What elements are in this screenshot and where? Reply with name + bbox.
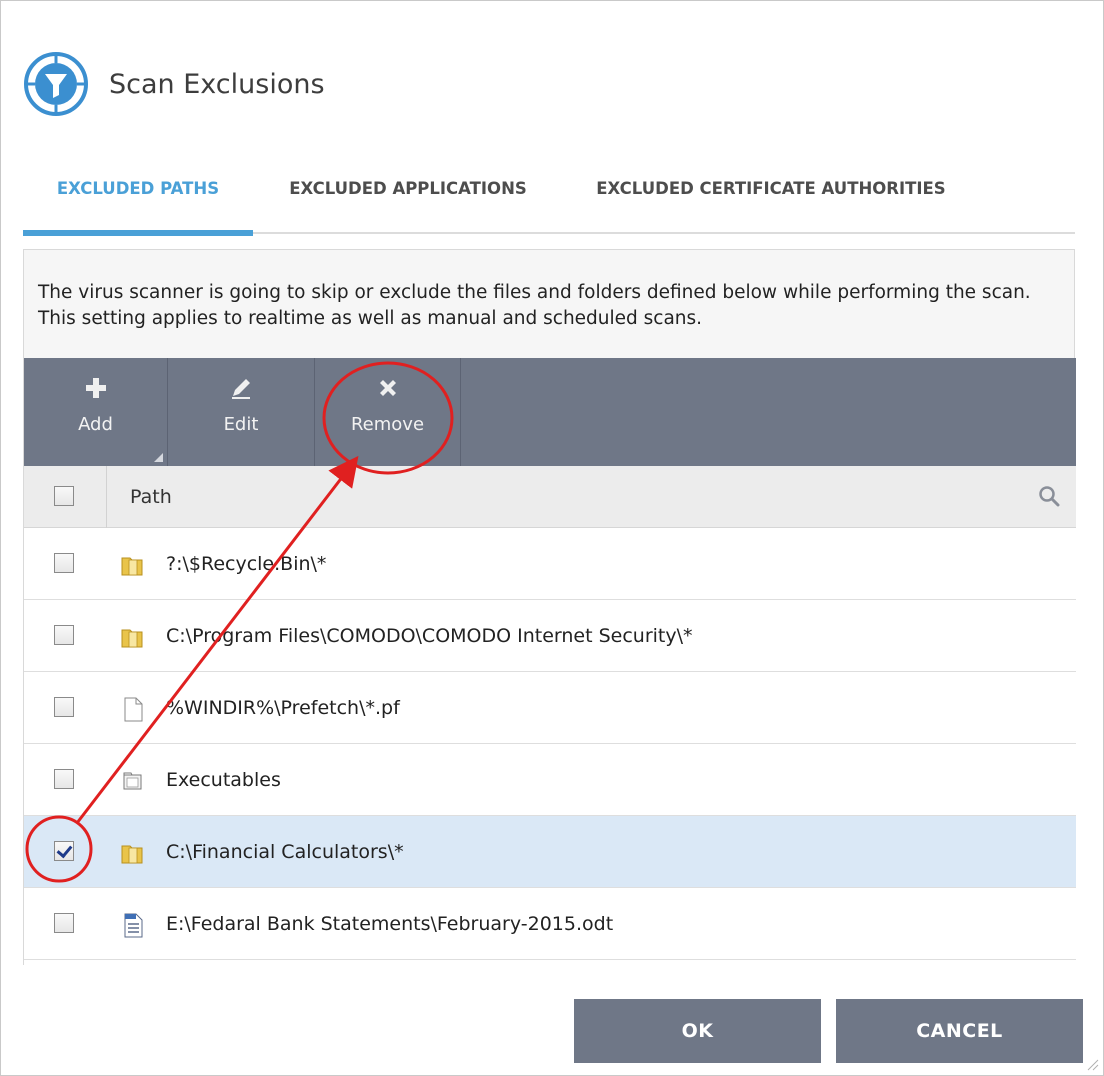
dropdown-corner-icon	[154, 453, 163, 462]
select-all-checkbox[interactable]	[54, 486, 74, 506]
table-row[interactable]: E:\Fedaral Bank Statements\February-2015…	[24, 888, 1076, 960]
file-icon	[124, 697, 143, 722]
row-path: %WINDIR%\Prefetch\*.pf	[166, 697, 400, 719]
column-divider	[106, 466, 107, 528]
row-path: E:\Fedaral Bank Statements\February-2015…	[166, 913, 614, 935]
row-path: ?:\$Recycle.Bin\*	[166, 553, 327, 575]
path-column-header[interactable]: Path	[130, 466, 172, 528]
row-checkbox[interactable]	[54, 553, 74, 573]
file-group-icon	[123, 772, 142, 790]
ok-button[interactable]: OK	[574, 999, 821, 1063]
exclusions-table: Path ?:\$Recycle.Bin\* C:\Program Files\…	[24, 466, 1076, 966]
tab-excluded-paths[interactable]: EXCLUDED PATHS	[23, 161, 253, 236]
cancel-button[interactable]: CANCEL	[836, 999, 1083, 1063]
row-path: C:\Financial Calculators\*	[166, 841, 404, 863]
row-checkbox[interactable]	[54, 841, 74, 861]
row-path: Executables	[166, 769, 281, 791]
description-text: The virus scanner is going to skip or ex…	[38, 282, 1031, 329]
plus-icon	[85, 378, 106, 398]
search-icon[interactable]	[1038, 485, 1060, 507]
toolbar: Add Edit Remove	[24, 358, 1076, 466]
row-checkbox[interactable]	[54, 697, 74, 717]
edit-label: Edit	[223, 414, 259, 435]
remove-label: Remove	[350, 414, 425, 435]
dialog-title: Scan Exclusions	[109, 68, 325, 100]
close-icon	[379, 380, 396, 396]
scan-exclusions-logo-icon	[24, 52, 88, 116]
scan-exclusions-dialog: Scan Exclusions EXCLUDED PATHS EXCLUDED …	[0, 0, 1104, 1076]
add-button[interactable]: Add	[24, 358, 167, 466]
tab-excluded-applications[interactable]: EXCLUDED APPLICATIONS	[263, 161, 553, 234]
resize-grip-icon[interactable]	[1085, 1057, 1099, 1071]
folder-icon	[121, 845, 143, 864]
table-row[interactable]: %WINDIR%\Prefetch\*.pf	[24, 672, 1076, 744]
folder-icon	[121, 629, 143, 648]
table-row[interactable]: ?:\$Recycle.Bin\*	[24, 528, 1076, 600]
add-label: Add	[78, 414, 113, 435]
table-header: Path	[24, 466, 1076, 528]
folder-icon	[121, 557, 143, 576]
edit-button[interactable]: Edit	[168, 358, 314, 466]
row-checkbox[interactable]	[54, 913, 74, 933]
row-checkbox[interactable]	[54, 769, 74, 789]
pencil-icon	[232, 379, 250, 399]
row-checkbox[interactable]	[54, 625, 74, 645]
row-path: C:\Program Files\COMODO\COMODO Internet …	[166, 625, 693, 647]
dialog-header: Scan Exclusions	[23, 51, 325, 117]
toolbar-divider	[460, 358, 461, 466]
remove-button[interactable]: Remove	[315, 358, 460, 466]
tab-bar: EXCLUDED PATHS EXCLUDED APPLICATIONS EXC…	[23, 161, 1075, 236]
table-row[interactable]: C:\Program Files\COMODO\COMODO Internet …	[24, 600, 1076, 672]
tab-excluded-certificate-authorities[interactable]: EXCLUDED CERTIFICATE AUTHORITIES	[571, 161, 971, 234]
table-row[interactable]: C:\Financial Calculators\*	[24, 816, 1076, 888]
document-icon	[124, 913, 143, 938]
table-row[interactable]: Executables	[24, 744, 1076, 816]
excluded-paths-panel: The virus scanner is going to skip or ex…	[23, 249, 1076, 966]
